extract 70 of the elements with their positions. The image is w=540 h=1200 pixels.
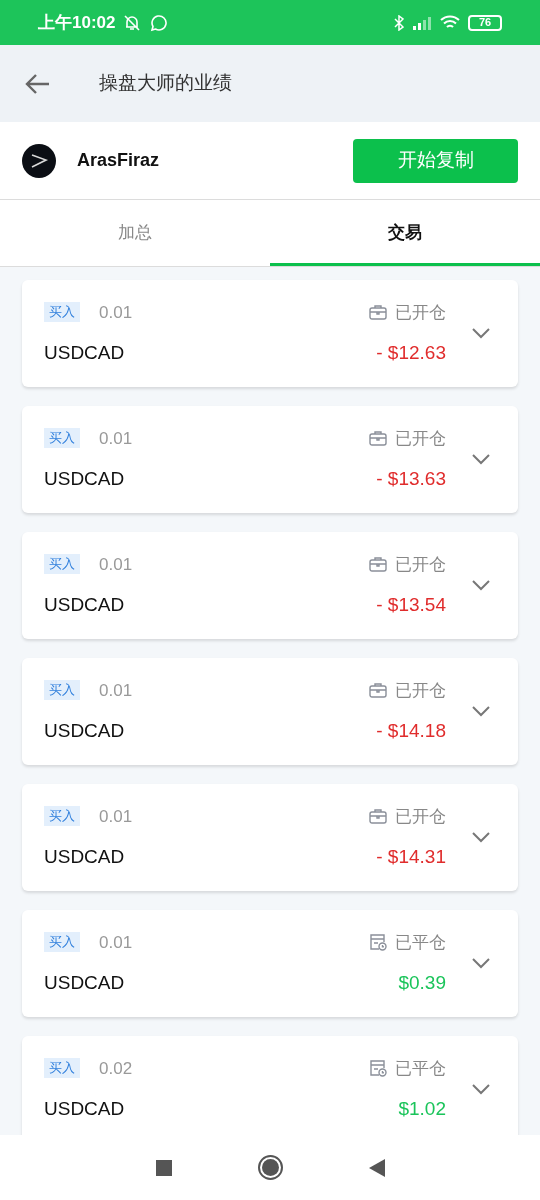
- symbol: USDCAD: [44, 1097, 125, 1121]
- symbol: USDCAD: [44, 593, 125, 617]
- bluetooth-icon: [394, 14, 404, 31]
- trade-card[interactable]: 买入 0.01 已开仓 USDCAD - $13.63: [22, 406, 518, 513]
- home-button[interactable]: [257, 1155, 283, 1180]
- profit-amount: - $13.54: [376, 593, 446, 617]
- status-label: 已开仓: [395, 553, 446, 576]
- chevron-down-icon[interactable]: [472, 706, 490, 717]
- symbol: USDCAD: [44, 467, 125, 491]
- side-tag: 买入: [44, 1058, 80, 1079]
- volume: 0.01: [99, 427, 133, 450]
- briefcase-icon: [369, 808, 387, 825]
- chevron-down-icon[interactable]: [472, 580, 490, 591]
- recents-button[interactable]: [155, 1159, 172, 1176]
- document-clock-icon: [369, 933, 387, 951]
- chat-icon: [149, 13, 168, 32]
- signal-icon: [412, 15, 432, 30]
- chevron-down-icon[interactable]: [472, 328, 490, 339]
- volume: 0.01: [99, 553, 133, 576]
- battery-icon: 76: [468, 14, 502, 31]
- profit-amount: - $13.63: [376, 467, 446, 491]
- trade-card[interactable]: 买入 0.01 已开仓 USDCAD - $14.18: [22, 658, 518, 765]
- status-label: 已开仓: [395, 427, 446, 450]
- side-tag: 买入: [44, 806, 80, 827]
- status-label: 已开仓: [395, 679, 446, 702]
- symbol: USDCAD: [44, 845, 125, 869]
- status-time: 上午10:02: [38, 11, 116, 34]
- chevron-down-icon[interactable]: [472, 958, 490, 969]
- trade-card[interactable]: 买入 0.01 已平仓 USDCAD $0.39: [22, 910, 518, 1017]
- volume: 0.01: [99, 679, 133, 702]
- chevron-down-icon[interactable]: [472, 832, 490, 843]
- tab[interactable]: 加总: [0, 200, 270, 266]
- briefcase-icon: [369, 304, 387, 321]
- side-tag: 买入: [44, 680, 80, 701]
- side-tag: 买入: [44, 932, 80, 953]
- side-tag: 买入: [44, 302, 80, 323]
- trade-card[interactable]: 买入 0.01 已开仓 USDCAD - $14.31: [22, 784, 518, 891]
- briefcase-icon: [369, 556, 387, 573]
- tab[interactable]: 交易: [270, 200, 540, 266]
- profit-amount: $1.02: [398, 1097, 446, 1121]
- profit-amount: $0.39: [398, 971, 446, 995]
- trader-name: ArasFiraz: [77, 149, 161, 172]
- trade-card[interactable]: 买入 0.01 已开仓 USDCAD - $13.54: [22, 532, 518, 639]
- symbol: USDCAD: [44, 971, 125, 995]
- status-label: 已平仓: [395, 931, 446, 954]
- chevron-down-icon[interactable]: [472, 1084, 490, 1095]
- volume: 0.02: [99, 1057, 133, 1080]
- chevron-down-icon[interactable]: [472, 454, 490, 465]
- symbol: USDCAD: [44, 341, 125, 365]
- volume: 0.01: [99, 301, 133, 324]
- briefcase-icon: [369, 682, 387, 699]
- trader-avatar: [22, 143, 56, 178]
- trade-card[interactable]: 买入 0.02 已平仓 USDCAD $1.02: [22, 1036, 518, 1135]
- briefcase-icon: [369, 430, 387, 447]
- back-nav-icon[interactable]: [368, 1158, 385, 1177]
- volume: 0.01: [99, 931, 133, 954]
- profit-amount: - $12.63: [376, 341, 446, 365]
- status-label: 已开仓: [395, 805, 446, 828]
- document-clock-icon: [369, 1059, 387, 1077]
- profit-amount: - $14.31: [376, 845, 446, 869]
- status-label: 已开仓: [395, 301, 446, 324]
- trade-card[interactable]: 买入 0.01 已开仓 USDCAD - $12.63: [22, 280, 518, 387]
- side-tag: 买入: [44, 428, 80, 449]
- volume: 0.01: [99, 805, 133, 828]
- profit-amount: - $14.18: [376, 719, 446, 743]
- bell-off-icon: [123, 13, 142, 32]
- status-label: 已平仓: [395, 1057, 446, 1080]
- page-title: 操盘大师的业绩: [99, 71, 232, 96]
- symbol: USDCAD: [44, 719, 125, 743]
- side-tag: 买入: [44, 554, 80, 575]
